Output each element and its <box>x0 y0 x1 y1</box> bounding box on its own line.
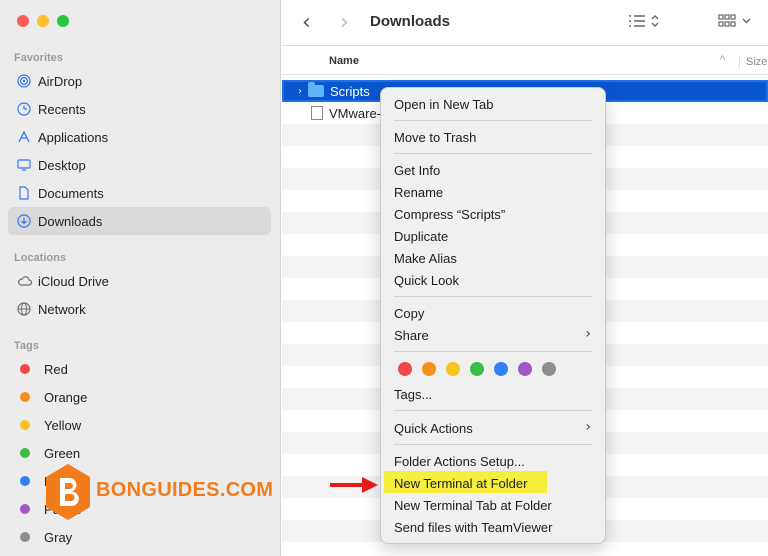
sidebar-item-label: Downloads <box>38 213 103 229</box>
chevron-right-icon: › <box>585 419 591 435</box>
tag-color-blue[interactable] <box>494 362 508 376</box>
applications-icon <box>16 129 32 145</box>
tag-color-dot <box>20 476 30 486</box>
disclosure-triangle-icon[interactable]: › <box>298 86 302 97</box>
tags-section-title: Tags <box>14 340 39 352</box>
menu-separator <box>394 296 592 297</box>
sidebar-item-label: AirDrop <box>38 73 83 89</box>
menu-item-send-files-teamviewer[interactable]: Send files with TeamViewer <box>394 520 553 535</box>
download-icon <box>16 213 32 229</box>
tag-color-red[interactable] <box>398 362 412 376</box>
sidebar-item-label: Documents <box>38 185 104 201</box>
list-view-icon[interactable] <box>628 13 662 33</box>
menu-item-make-alias[interactable]: Make Alias <box>394 251 457 266</box>
menu-separator <box>394 153 592 154</box>
menu-item-open-new-tab[interactable]: Open in New Tab <box>394 97 494 112</box>
sidebar-item-documents[interactable]: Documents <box>8 179 271 207</box>
close-window-button[interactable] <box>17 15 29 27</box>
menu-item-move-to-trash[interactable]: Move to Trash <box>394 130 476 145</box>
sidebar-item-label: Red <box>44 361 68 377</box>
red-arrow-icon <box>330 477 378 493</box>
sidebar-tag-yellow[interactable]: Yellow <box>8 411 271 439</box>
tag-color-dot <box>20 364 30 374</box>
tag-color-green[interactable] <box>470 362 484 376</box>
clock-icon <box>16 101 32 117</box>
sidebar-item-desktop[interactable]: Desktop <box>8 151 271 179</box>
sidebar-item-airdrop[interactable]: AirDrop <box>8 67 271 95</box>
zoom-window-button[interactable] <box>57 15 69 27</box>
folder-icon <box>308 82 324 97</box>
menu-item-share[interactable]: Share <box>394 328 429 343</box>
sidebar-item-recents[interactable]: Recents <box>8 95 271 123</box>
menu-item-tags[interactable]: Tags... <box>394 387 432 402</box>
sidebar-item-label: iCloud Drive <box>38 273 109 289</box>
tag-color-yellow[interactable] <box>446 362 460 376</box>
menu-separator <box>394 351 592 352</box>
desktop-icon <box>16 157 32 173</box>
menu-item-compress[interactable]: Compress “Scripts” <box>394 207 505 222</box>
sidebar-item-icloud-drive[interactable]: iCloud Drive <box>8 267 271 295</box>
menu-item-duplicate[interactable]: Duplicate <box>394 229 448 244</box>
sidebar-item-label: Orange <box>44 389 88 405</box>
column-size-header[interactable]: Size <box>739 55 767 69</box>
document-icon <box>16 185 32 201</box>
sidebar-item-downloads[interactable]: Downloads <box>8 207 271 235</box>
window-controls <box>17 15 69 27</box>
menu-item-quick-actions[interactable]: Quick Actions <box>394 421 473 436</box>
tag-color-gray[interactable] <box>542 362 556 376</box>
menu-item-quick-look[interactable]: Quick Look <box>394 273 459 288</box>
tag-color-dot <box>20 504 30 514</box>
menu-separator <box>394 410 592 411</box>
menu-item-new-terminal-at-folder[interactable]: New Terminal at Folder <box>394 476 527 491</box>
tag-color-orange[interactable] <box>422 362 436 376</box>
sidebar-tag-gray[interactable]: Gray <box>8 523 271 551</box>
tag-color-purple[interactable] <box>518 362 532 376</box>
favorites-section-title: Favorites <box>14 52 63 64</box>
menu-item-copy[interactable]: Copy <box>394 306 424 321</box>
menu-separator <box>394 120 592 121</box>
file-icon <box>311 106 323 120</box>
file-name: Scripts <box>330 83 370 99</box>
grid-group-icon[interactable] <box>718 13 754 33</box>
column-header: Name ^ Size <box>282 47 768 75</box>
globe-icon <box>16 301 32 317</box>
sidebar-tag-red[interactable]: Red <box>8 355 271 383</box>
sidebar-item-applications[interactable]: Applications <box>8 123 271 151</box>
chevron-left-icon[interactable]: ‹ <box>302 10 311 35</box>
toolbar: ‹ › Downloads <box>282 0 768 46</box>
locations-section-title: Locations <box>14 252 66 264</box>
sidebar-item-network[interactable]: Network <box>8 295 271 323</box>
menu-separator <box>394 444 592 445</box>
tag-color-dot <box>20 420 30 430</box>
sidebar-item-label: Green <box>44 445 81 461</box>
minimize-window-button[interactable] <box>37 15 49 27</box>
watermark-text: BONGUIDES.COM <box>96 479 274 501</box>
menu-item-rename[interactable]: Rename <box>394 185 443 200</box>
menu-item-new-terminal-tab-at-folder[interactable]: New Terminal Tab at Folder <box>394 498 552 513</box>
chevron-right-icon: › <box>585 326 591 342</box>
sidebar-item-label: Network <box>38 301 86 317</box>
cloud-icon <box>16 273 32 289</box>
sidebar-item-label: Applications <box>38 129 109 145</box>
sidebar-item-label: Recents <box>38 101 86 117</box>
tag-color-dot <box>20 448 30 458</box>
tag-color-dot <box>20 392 30 402</box>
airdrop-icon <box>16 73 32 89</box>
chevron-right-icon[interactable]: › <box>340 10 349 35</box>
column-name-header[interactable]: Name <box>329 55 359 67</box>
window-title: Downloads <box>370 13 451 30</box>
sort-ascending-icon: ^ <box>720 54 726 66</box>
file-name: VMware- <box>329 105 382 121</box>
sidebar-item-label: Gray <box>44 529 73 545</box>
menu-item-get-info[interactable]: Get Info <box>394 163 440 178</box>
sidebar-item-label: Yellow <box>44 417 82 433</box>
sidebar-tag-orange[interactable]: Orange <box>8 383 271 411</box>
menu-item-folder-actions-setup[interactable]: Folder Actions Setup... <box>394 454 525 469</box>
tag-color-dot <box>20 532 30 542</box>
sidebar-item-label: Desktop <box>38 157 86 173</box>
context-menu: Open in New Tab Move to Trash Get Info R… <box>380 87 606 544</box>
bonguides-logo-icon <box>46 464 90 520</box>
